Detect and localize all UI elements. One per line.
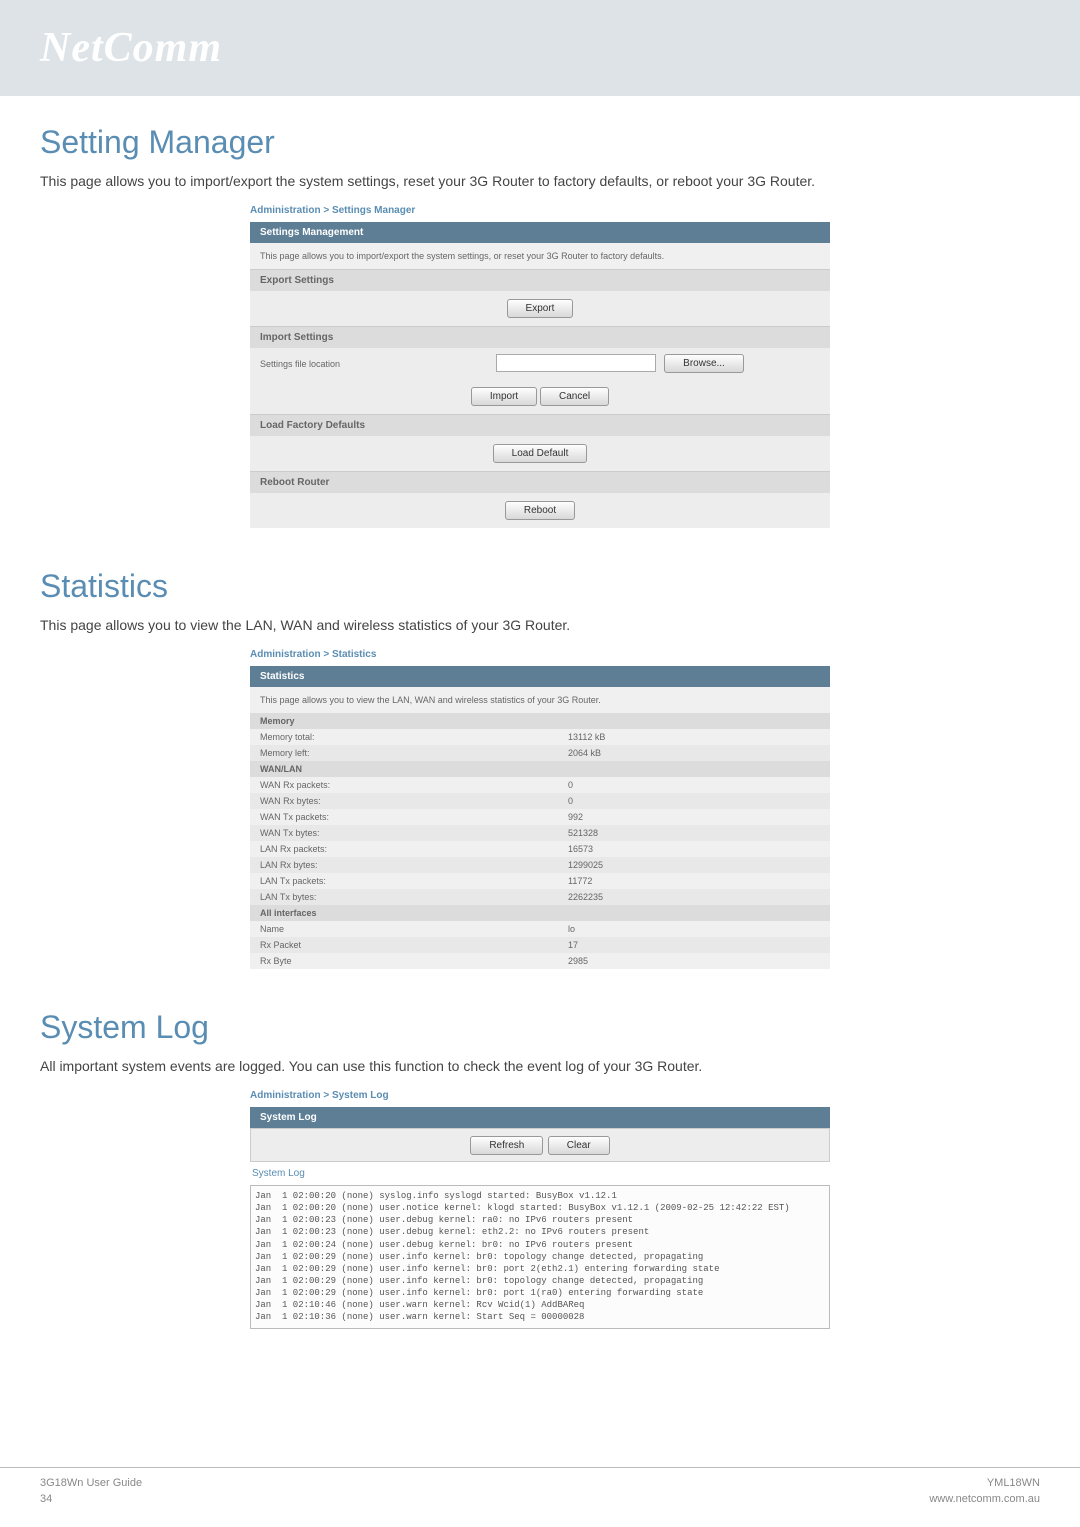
settings-panel: Administration > Settings Manager Settin… (250, 205, 830, 528)
footer-guide-name: 3G18Wn User Guide (40, 1476, 142, 1491)
stats-breadcrumb: Administration > Statistics (250, 649, 830, 660)
stats-row: WAN Tx bytes:521328 (250, 825, 830, 841)
stats-key: Memory total: (260, 732, 568, 742)
header-band: NetComm (0, 0, 1080, 96)
stats-value: 1299025 (568, 860, 820, 870)
stats-panel-header: Statistics (250, 666, 830, 687)
settings-screenshot: Administration > Settings Manager Settin… (40, 205, 1040, 528)
export-button[interactable]: Export (507, 299, 574, 318)
syslog-screenshot: Administration > System Log System Log R… (40, 1090, 1040, 1329)
refresh-button[interactable]: Refresh (470, 1136, 543, 1155)
stats-group-head: WAN/LAN (250, 761, 830, 777)
stats-row: Rx Packet17 (250, 937, 830, 953)
stats-row: LAN Rx bytes:1299025 (250, 857, 830, 873)
stats-row: LAN Tx packets:11772 (250, 873, 830, 889)
stats-row: WAN Rx packets:0 (250, 777, 830, 793)
settings-panel-header: Settings Management (250, 222, 830, 243)
settings-desc: This page allows you to import/export th… (40, 173, 1040, 189)
stats-panel-desc: This page allows you to view the LAN, WA… (250, 687, 830, 713)
brand-logo: NetComm (40, 24, 1040, 72)
stats-row: LAN Rx packets:16573 (250, 841, 830, 857)
stats-row: WAN Rx bytes:0 (250, 793, 830, 809)
stats-value: 17 (568, 940, 820, 950)
footer-right: YML18WN www.netcomm.com.au (929, 1476, 1040, 1507)
import-buttons-row: Import Cancel (250, 379, 830, 414)
stats-key: WAN Tx packets: (260, 812, 568, 822)
stats-value: 0 (568, 780, 820, 790)
page-content: Setting Manager This page allows you to … (0, 96, 1080, 1329)
stats-value: 2064 kB (568, 748, 820, 758)
reboot-button[interactable]: Reboot (505, 501, 575, 520)
stats-table: MemoryMemory total:13112 kBMemory left:2… (250, 713, 830, 969)
footer-page-number: 34 (40, 1492, 142, 1507)
import-file-label: Settings file location (260, 359, 420, 369)
stats-value: 0 (568, 796, 820, 806)
reboot-section-title: Reboot Router (250, 471, 830, 493)
stats-value: 2262235 (568, 892, 820, 902)
stats-value: 13112 kB (568, 732, 820, 742)
syslog-breadcrumb: Administration > System Log (250, 1090, 830, 1101)
stats-title: Statistics (40, 568, 1040, 605)
stats-key: LAN Rx packets: (260, 844, 568, 854)
stats-value: 11772 (568, 876, 820, 886)
syslog-panel-header: System Log (250, 1107, 830, 1128)
defaults-row: Load Default (250, 436, 830, 471)
settings-title: Setting Manager (40, 124, 1040, 161)
syslog-buttons-row: Refresh Clear (250, 1128, 830, 1162)
footer-url: www.netcomm.com.au (929, 1492, 1040, 1507)
stats-key: LAN Rx bytes: (260, 860, 568, 870)
syslog-output: Jan 1 02:00:20 (none) syslog.info syslog… (250, 1185, 830, 1329)
defaults-section-title: Load Factory Defaults (250, 414, 830, 436)
syslog-desc: All important system events are logged. … (40, 1058, 1040, 1074)
settings-breadcrumb: Administration > Settings Manager (250, 205, 830, 216)
stats-key: Memory left: (260, 748, 568, 758)
footer-left: 3G18Wn User Guide 34 (40, 1476, 142, 1507)
cancel-button[interactable]: Cancel (540, 387, 609, 406)
stats-key: WAN Rx bytes: (260, 796, 568, 806)
export-section-title: Export Settings (250, 269, 830, 291)
stats-row: WAN Tx packets:992 (250, 809, 830, 825)
footer-model: YML18WN (929, 1476, 1040, 1491)
stats-row: Memory left:2064 kB (250, 745, 830, 761)
syslog-panel: Administration > System Log System Log R… (250, 1090, 830, 1329)
stats-row: Memory total:13112 kB (250, 729, 830, 745)
import-file-input[interactable] (496, 354, 656, 372)
stats-value: 521328 (568, 828, 820, 838)
stats-key: WAN Tx bytes: (260, 828, 568, 838)
syslog-label: System Log (250, 1162, 830, 1185)
reboot-row: Reboot (250, 493, 830, 528)
import-file-row: Settings file location Browse... (250, 348, 830, 379)
stats-group-head: All interfaces (250, 905, 830, 921)
load-default-button[interactable]: Load Default (493, 444, 588, 463)
stats-value: 2985 (568, 956, 820, 966)
stats-value: 992 (568, 812, 820, 822)
stats-row: Namelo (250, 921, 830, 937)
stats-value: 16573 (568, 844, 820, 854)
browse-button[interactable]: Browse... (664, 354, 744, 373)
stats-key: Name (260, 924, 568, 934)
stats-row: Rx Byte2985 (250, 953, 830, 969)
stats-key: LAN Tx packets: (260, 876, 568, 886)
stats-key: Rx Byte (260, 956, 568, 966)
export-row: Export (250, 291, 830, 326)
syslog-title: System Log (40, 1009, 1040, 1046)
stats-key: WAN Rx packets: (260, 780, 568, 790)
clear-button[interactable]: Clear (548, 1136, 610, 1155)
stats-key: Rx Packet (260, 940, 568, 950)
page-footer: 3G18Wn User Guide 34 YML18WN www.netcomm… (0, 1467, 1080, 1527)
stats-row: LAN Tx bytes:2262235 (250, 889, 830, 905)
import-button[interactable]: Import (471, 387, 537, 406)
stats-group-head: Memory (250, 713, 830, 729)
settings-panel-desc: This page allows you to import/export th… (250, 243, 830, 269)
import-section-title: Import Settings (250, 326, 830, 348)
stats-panel: Administration > Statistics Statistics T… (250, 649, 830, 969)
stats-value: lo (568, 924, 820, 934)
stats-screenshot: Administration > Statistics Statistics T… (40, 649, 1040, 969)
stats-desc: This page allows you to view the LAN, WA… (40, 617, 1040, 633)
stats-key: LAN Tx bytes: (260, 892, 568, 902)
